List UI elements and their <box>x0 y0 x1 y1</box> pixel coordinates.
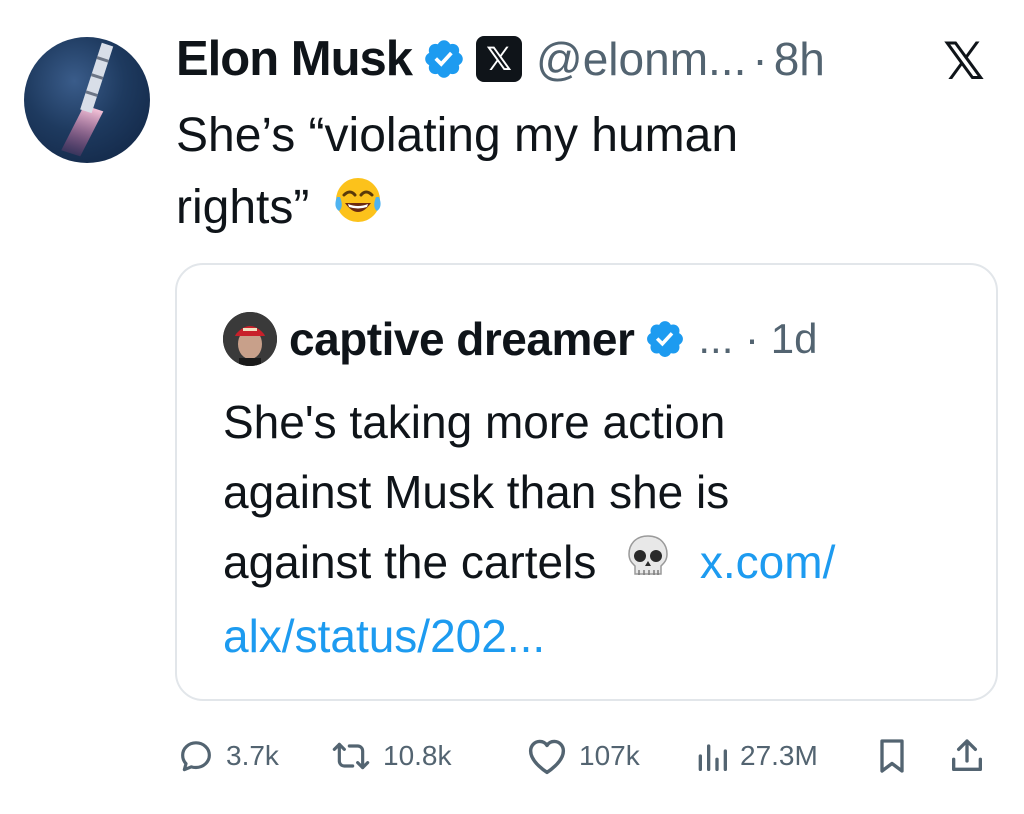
heart-icon <box>528 739 566 775</box>
x-platform-badge-icon: 𝕏 <box>476 36 523 82</box>
verified-badge-icon <box>644 318 686 360</box>
reply-icon <box>181 741 211 772</box>
quoted-tweet-card[interactable]: captive dreamer ... · 1d She's taking mo… <box>175 263 998 701</box>
views-button[interactable]: 27.3M <box>694 730 818 782</box>
quoted-tweet-header: captive dreamer ... · 1d <box>223 309 817 369</box>
person-with-cap-image <box>223 312 277 366</box>
share-button[interactable] <box>948 730 986 782</box>
author-avatar[interactable] <box>24 37 150 163</box>
view-count: 27.3M <box>740 740 818 771</box>
quoted-link[interactable]: x.com/ <box>700 536 835 588</box>
reply-count: 3.7k <box>226 740 279 771</box>
tweet-text-line: rights” <box>176 181 310 234</box>
tweet-timestamp[interactable]: 8h <box>774 32 825 86</box>
quoted-tweet-text: She's taking more action against Musk th… <box>223 387 963 671</box>
quoted-text-line: against the cartels <box>223 536 597 588</box>
face-with-tears-of-joy-icon <box>331 173 385 248</box>
quoted-tweet-meta[interactable]: ... · 1d <box>698 315 817 363</box>
quoted-link[interactable]: alx/status/202... <box>223 601 963 671</box>
tweet-header: Elon Musk 𝕏 @elonm... · 8h <box>176 28 825 90</box>
analytics-bars-icon <box>698 744 727 771</box>
x-logo-icon[interactable]: 𝕏 <box>932 32 996 92</box>
quoted-author-avatar[interactable] <box>223 312 277 366</box>
tweet-text-line: She’s “violating my human <box>176 109 739 162</box>
reply-button[interactable]: 3.7k <box>176 730 279 782</box>
quoted-author-name[interactable]: captive dreamer <box>289 312 635 366</box>
quoted-text-line: against Musk than she is <box>223 466 730 518</box>
tweet-action-bar: 3.7k 10.8k 107k 27.3M <box>176 730 996 782</box>
skull-icon <box>623 531 673 601</box>
like-button[interactable]: 107k <box>525 730 640 782</box>
repost-count: 10.8k <box>383 740 452 771</box>
bookmark-button[interactable] <box>874 730 910 782</box>
repost-icon <box>332 742 370 770</box>
repost-button[interactable]: 10.8k <box>329 730 452 782</box>
share-icon <box>952 739 982 771</box>
quoted-text-line: She's taking more action <box>223 396 726 448</box>
author-handle[interactable]: @elonm... <box>536 32 746 86</box>
verified-badge-icon <box>422 37 466 81</box>
bookmark-icon <box>880 739 904 773</box>
tweet-text: She’s “violating my human rights” <box>176 100 936 248</box>
author-name[interactable]: Elon Musk <box>176 31 413 87</box>
separator-dot: · <box>752 33 768 85</box>
rocket-launch-image <box>61 42 114 157</box>
like-count: 107k <box>579 740 640 771</box>
